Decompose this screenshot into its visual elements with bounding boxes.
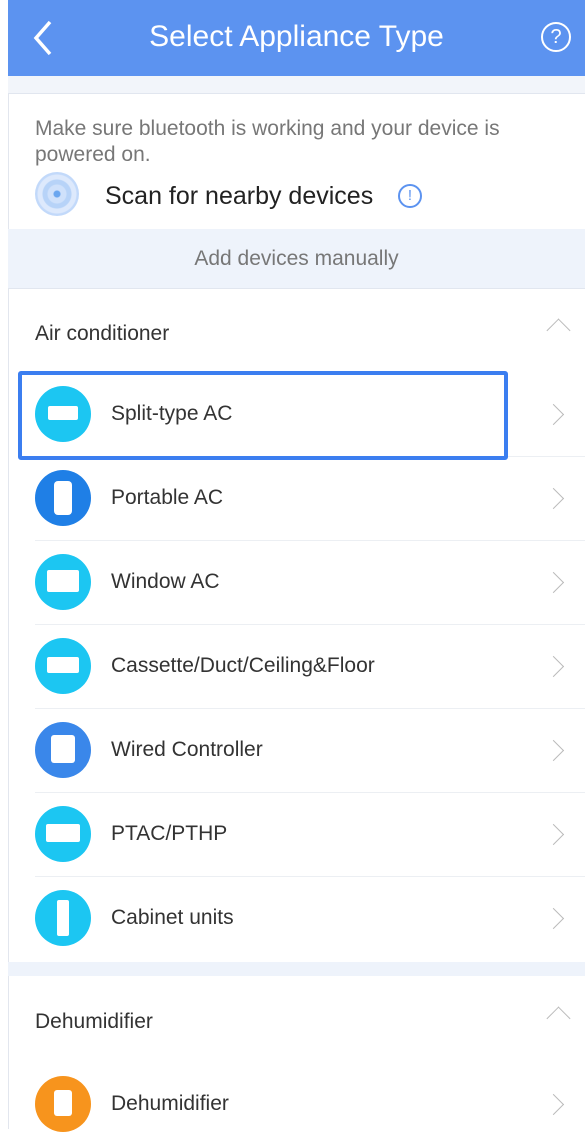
appliance-label: Portable AC xyxy=(111,486,224,509)
help-icon[interactable]: ? xyxy=(541,22,571,52)
scan-nearby-row[interactable]: Scan for nearby devices ! xyxy=(35,170,555,220)
cabinet-unit-icon xyxy=(35,890,91,946)
appliance-item-portable-ac[interactable]: Portable AC xyxy=(8,457,585,541)
app-header: Select Appliance Type ? xyxy=(8,0,585,76)
chevron-right-icon xyxy=(542,571,565,594)
scan-nearby-label: Scan for nearby devices xyxy=(105,182,374,210)
appliance-item-cabinet-units[interactable]: Cabinet units xyxy=(8,877,585,961)
section-air-conditioner[interactable]: Air conditioner xyxy=(8,292,585,372)
wired-controller-icon xyxy=(35,722,91,778)
chevron-right-icon xyxy=(542,403,565,426)
portable-ac-icon xyxy=(35,470,91,526)
appliance-item-wired-controller[interactable]: Wired Controller xyxy=(8,709,585,793)
appliance-label: Dehumidifier xyxy=(111,1092,229,1115)
section-separator xyxy=(8,962,585,976)
add-devices-manually-label: Add devices manually xyxy=(8,229,585,289)
section-title: Dehumidifier xyxy=(35,1010,153,1033)
chevron-right-icon xyxy=(542,823,565,846)
bluetooth-hint: Make sure bluetooth is working and your … xyxy=(35,117,500,166)
ptac-icon xyxy=(35,806,91,862)
page-title: Select Appliance Type xyxy=(149,20,444,53)
cassette-ac-icon xyxy=(35,638,91,694)
selection-highlight xyxy=(18,371,508,460)
section-title: Air conditioner xyxy=(35,322,170,345)
appliance-label: Window AC xyxy=(111,570,220,593)
appliance-label: Wired Controller xyxy=(111,738,263,761)
chevron-right-icon xyxy=(542,487,565,510)
top-spacer xyxy=(8,76,585,94)
appliance-label: Cabinet units xyxy=(111,906,234,929)
chevron-up-icon[interactable] xyxy=(546,1006,571,1031)
chevron-right-icon xyxy=(542,907,565,930)
chevron-right-icon xyxy=(542,655,565,678)
chevron-right-icon xyxy=(542,739,565,762)
chevron-up-icon[interactable] xyxy=(546,318,571,343)
appliance-item-ptac-pthp[interactable]: PTAC/PTHP xyxy=(8,793,585,877)
dehumidifier-icon xyxy=(35,1076,91,1132)
radar-icon xyxy=(35,172,79,216)
info-icon[interactable]: ! xyxy=(398,184,422,208)
section-dehumidifier[interactable]: Dehumidifier xyxy=(8,980,585,1060)
appliance-item-window-ac[interactable]: Window AC xyxy=(8,541,585,625)
window-ac-icon xyxy=(35,554,91,610)
appliance-label: PTAC/PTHP xyxy=(111,822,228,845)
appliance-item-dehumidifier[interactable]: Dehumidifier xyxy=(8,1063,585,1147)
appliance-label: Cassette/Duct/Ceiling&Floor xyxy=(111,654,375,677)
appliance-item-cassette-duct-ceiling-floor[interactable]: Cassette/Duct/Ceiling&Floor xyxy=(8,625,585,709)
chevron-right-icon xyxy=(542,1093,565,1116)
